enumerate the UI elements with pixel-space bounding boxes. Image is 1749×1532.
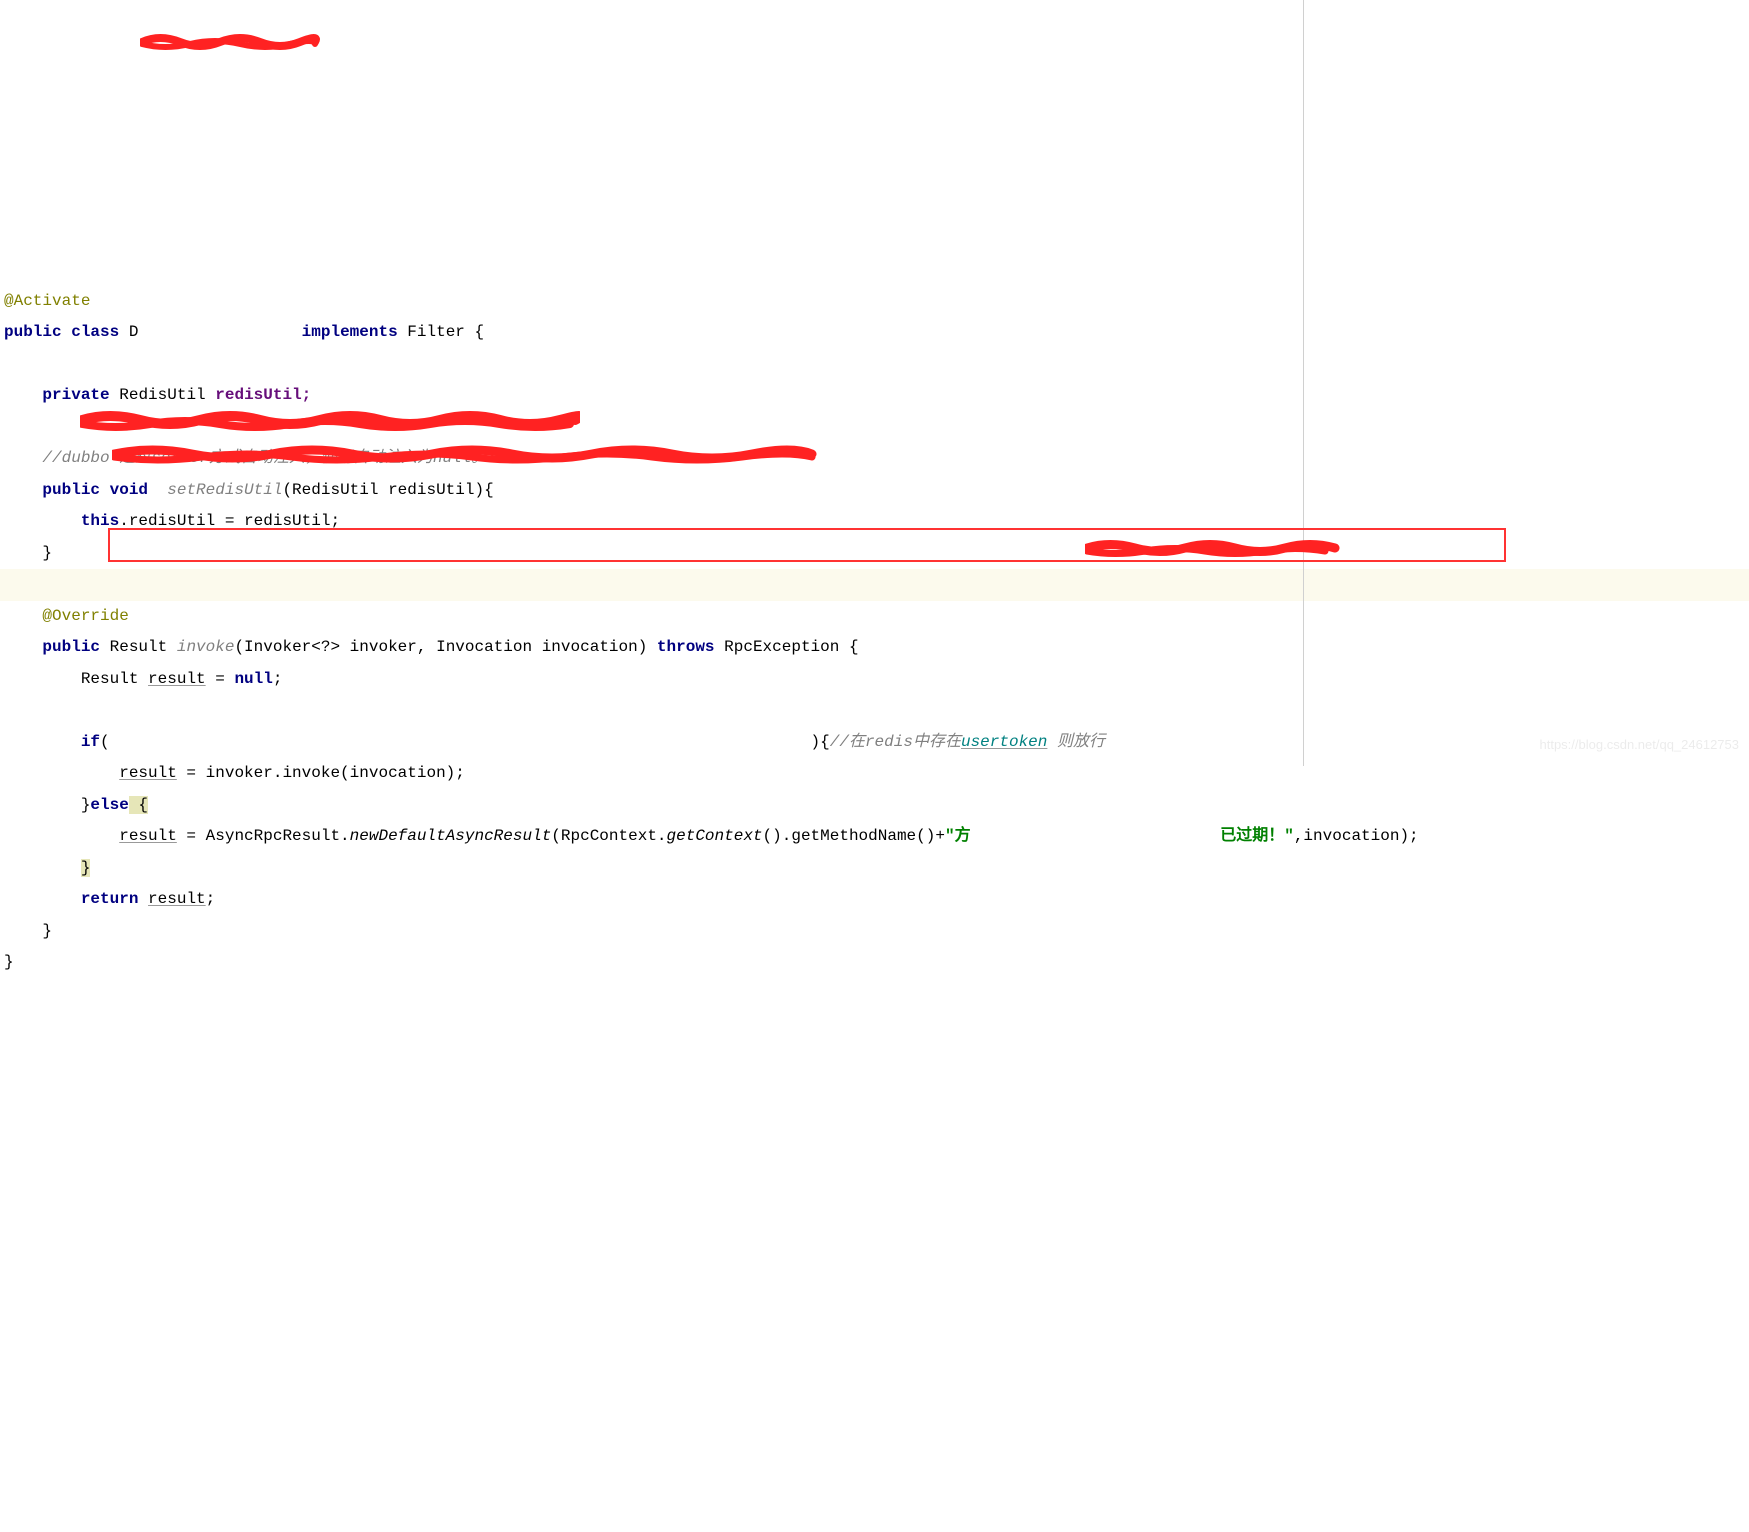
- keyword-return: return: [81, 890, 139, 908]
- keyword-public: public: [4, 323, 62, 341]
- async-3: ().getMethodName()+: [763, 827, 945, 845]
- annotation: @Activate: [4, 292, 90, 310]
- comment-redis: //在redis中存在: [830, 733, 961, 751]
- keyword-null: null: [234, 670, 272, 688]
- semi: ;: [206, 890, 216, 908]
- type-result: Result: [110, 638, 168, 656]
- params: (RedisUtil redisUtil){: [282, 481, 493, 499]
- keyword-void: void: [110, 481, 148, 499]
- method-newdefault: newDefaultAsyncResult: [350, 827, 552, 845]
- watermark: https://blog.csdn.net/qq_24612753: [1540, 729, 1740, 761]
- else-brace: {: [129, 796, 148, 814]
- brace: {: [465, 323, 484, 341]
- eq: =: [206, 670, 235, 688]
- keyword-implements: implements: [302, 323, 398, 341]
- return-sp: [138, 890, 148, 908]
- string-2: 已过期！": [1220, 827, 1294, 845]
- field-redisutil: redisUtil;: [206, 386, 312, 404]
- async-2: (RpcContext.: [551, 827, 666, 845]
- invoke-params: (Invoker<?> invoker, Invocation invocati…: [234, 638, 656, 656]
- method-getcontext: getContext: [667, 827, 763, 845]
- async-4: ,invocation);: [1294, 827, 1419, 845]
- comment-setter: //dubbo 通过setter方式自动注入，使用自动注入为null。: [42, 449, 487, 467]
- comment-redis2: 则放行: [1047, 733, 1105, 751]
- keyword-throws: throws: [657, 638, 715, 656]
- keyword-if: if: [81, 733, 100, 751]
- var-result: result: [148, 670, 206, 688]
- close-brace: }: [42, 922, 52, 940]
- if-open: (: [100, 733, 110, 751]
- redaction-scribble-icon: [140, 32, 320, 52]
- method-setredisutil: setRedisUtil: [167, 481, 282, 499]
- if-close: ){: [811, 733, 830, 751]
- class-name-start: D: [119, 323, 138, 341]
- async-1: = AsyncRpcResult.: [177, 827, 350, 845]
- code-editor[interactable]: @Activate public class D implements Filt…: [0, 252, 1749, 979]
- filter-type: Filter: [407, 323, 465, 341]
- invoke-call: = invoker.invoke(invocation);: [177, 764, 465, 782]
- rpc-exception: RpcException {: [715, 638, 859, 656]
- type-result: Result: [81, 670, 139, 688]
- keyword-public: public: [42, 481, 100, 499]
- comment-usertoken: usertoken: [961, 733, 1047, 751]
- string-1: "方: [945, 827, 971, 845]
- var-result: result: [148, 890, 206, 908]
- keyword-private: private: [42, 386, 109, 404]
- close-brace: }: [42, 544, 52, 562]
- method-invoke: invoke: [177, 638, 235, 656]
- var-result: result: [119, 827, 177, 845]
- highlight-box: [108, 528, 1506, 562]
- annotation-override: @Override: [42, 607, 128, 625]
- semi: ;: [273, 670, 283, 688]
- var-result: result: [119, 764, 177, 782]
- close-brace-hl: }: [81, 859, 91, 877]
- keyword-public: public: [42, 638, 100, 656]
- keyword-class: class: [71, 323, 119, 341]
- type-redisutil: RedisUtil: [119, 386, 205, 404]
- keyword-else: else: [90, 796, 128, 814]
- close-brace: }: [4, 953, 14, 971]
